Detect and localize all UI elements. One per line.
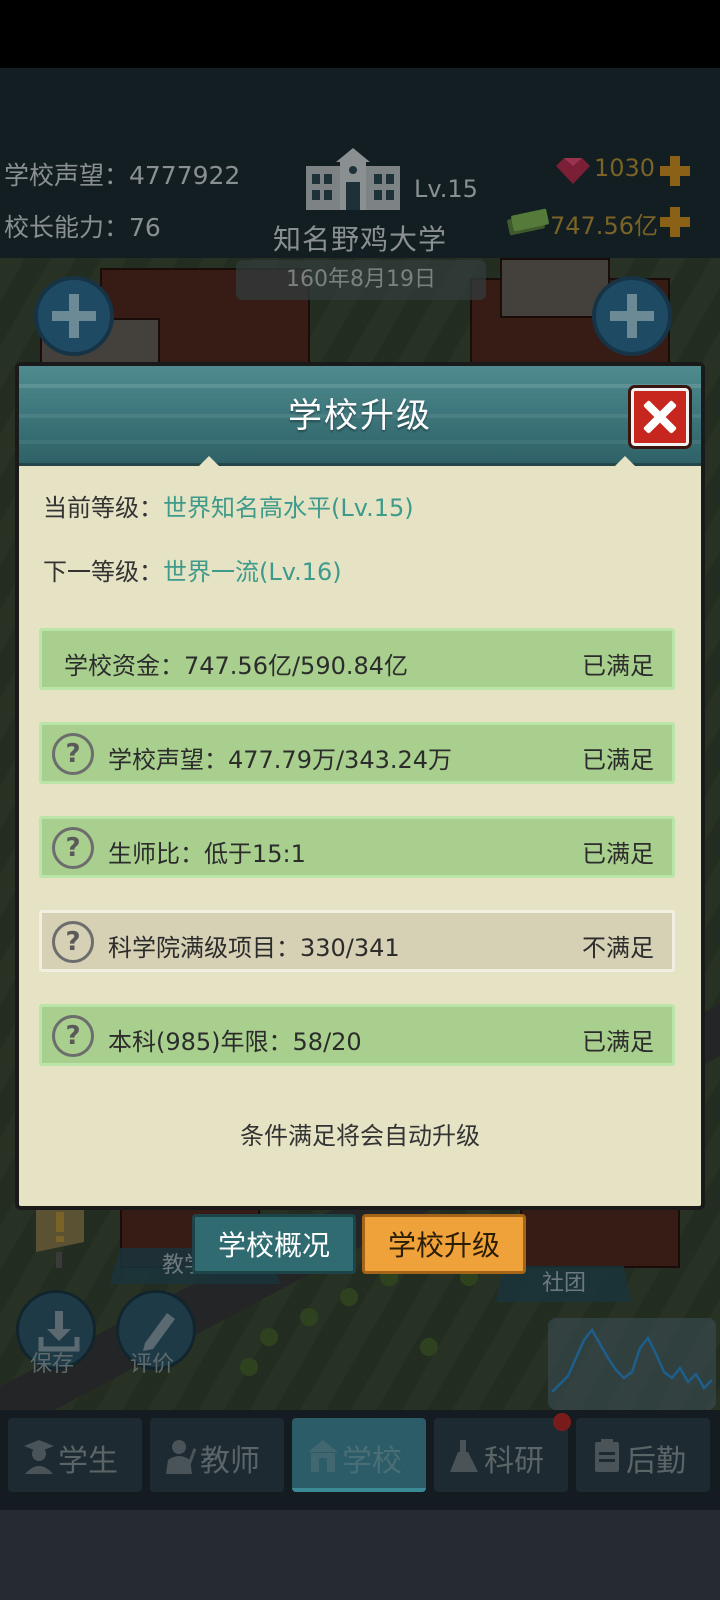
auto-upgrade-note: 条件满足将会自动升级 — [240, 1122, 480, 1150]
dialog-header: 学校升级 — [19, 366, 701, 466]
requirement-text: 科学院满级项目：330/341 — [108, 934, 400, 962]
requirement-undergrad-years: ? 本科(985)年限：58/20 已满足 — [39, 1004, 675, 1066]
requirement-status: 已满足 — [582, 652, 654, 680]
help-question-icon[interactable]: ? — [52, 827, 94, 869]
requirement-text: 生师比：低于15:1 — [108, 840, 306, 868]
requirement-text: 学校声望：477.79万/343.24万 — [108, 746, 453, 774]
research-notification-dot — [553, 1413, 571, 1431]
next-level-value: 世界一流(Lv.16) — [163, 558, 342, 586]
next-level-row: 下一等级：世界一流(Lv.16) — [43, 552, 342, 587]
requirement-academy-projects: ? 科学院满级项目：330/341 不满足 — [39, 910, 675, 972]
header-wave — [19, 440, 701, 444]
bottom-nav: 学生 教师 学校 科研 后勤 — [0, 1410, 720, 1510]
gem-count: 1030 — [594, 154, 656, 182]
tab-school-upgrade[interactable]: 学校升级 — [362, 1214, 526, 1274]
requirement-funds: 学校资金：747.56亿/590.84亿 已满足 — [39, 628, 675, 690]
game-date: 160年8月19日 — [236, 260, 486, 300]
research-flask-icon — [450, 1440, 478, 1472]
nav-students[interactable]: 学生 — [8, 1418, 142, 1492]
current-level-value: 世界知名高水平(Lv.15) — [163, 494, 414, 522]
add-money-plus-icon[interactable] — [658, 205, 692, 239]
nav-label: 学生 — [58, 1444, 118, 1479]
nav-research[interactable]: 科研 — [434, 1418, 568, 1492]
school-reputation: 学校声望：4777922 — [4, 161, 241, 190]
trend-line — [551, 1327, 713, 1393]
tab-school-overview[interactable]: 学校概况 — [192, 1214, 356, 1274]
nav-label: 后勤 — [626, 1444, 686, 1479]
add-gems-plus-icon[interactable] — [658, 154, 692, 188]
build-right-plus-button[interactable] — [592, 276, 672, 356]
requirement-status: 已满足 — [582, 746, 654, 774]
requirement-status: 不满足 — [582, 934, 654, 962]
status-bar — [0, 0, 720, 68]
nav-label: 学校 — [342, 1444, 402, 1479]
requirement-reputation: ? 学校声望：477.79万/343.24万 已满足 — [39, 722, 675, 784]
nav-label: 教师 — [200, 1444, 260, 1479]
gem-icon — [556, 158, 590, 184]
help-question-icon[interactable]: ? — [52, 921, 94, 963]
money-stack-icon — [507, 208, 549, 236]
dialog-title: 学校升级 — [288, 396, 432, 436]
nav-teachers[interactable]: 教师 — [150, 1418, 284, 1492]
help-question-icon[interactable]: ? — [52, 733, 94, 775]
build-left-plus-button[interactable] — [34, 276, 114, 356]
logistics-clipboard-icon — [595, 1439, 619, 1472]
teacher-icon — [166, 1440, 197, 1474]
school-upgrade-dialog: 学校升级 当前等级：世界知名高水平(Lv.15) 下一等级：世界一流(Lv.16… — [15, 362, 705, 1210]
close-button[interactable] — [631, 388, 689, 446]
requirement-status: 已满足 — [582, 1028, 654, 1056]
current-level-label: 当前等级： — [43, 494, 163, 522]
requirement-student-teacher-ratio: ? 生师比：低于15:1 已满足 — [39, 816, 675, 878]
next-level-label: 下一等级： — [43, 558, 163, 586]
school-level: Lv.15 — [414, 175, 478, 203]
student-icon — [24, 1440, 54, 1474]
school-icon — [308, 1440, 338, 1472]
pencil-icon — [143, 1313, 175, 1351]
nav-school[interactable]: 学校 — [292, 1418, 426, 1492]
nav-logistics[interactable]: 后勤 — [576, 1418, 710, 1492]
screen: 学校声望：4777922 校长能力：76 Lv.15 知名野鸡大学 160年8月… — [0, 0, 720, 1600]
requirement-text: 学校资金：747.56亿/590.84亿 — [64, 652, 409, 680]
nav-label: 科研 — [484, 1444, 544, 1479]
trend-mini-chart[interactable] — [548, 1318, 716, 1410]
requirement-status: 已满足 — [582, 840, 654, 868]
school-building-icon — [306, 148, 400, 210]
money-amount: 747.56亿 — [550, 212, 658, 240]
current-level-row: 当前等级：世界知名高水平(Lv.15) — [43, 488, 414, 523]
save-label: 保存 — [30, 1352, 75, 1377]
help-question-icon[interactable]: ? — [52, 1015, 94, 1057]
requirement-text: 本科(985)年限：58/20 — [108, 1028, 362, 1056]
review-label: 评价 — [130, 1352, 175, 1377]
